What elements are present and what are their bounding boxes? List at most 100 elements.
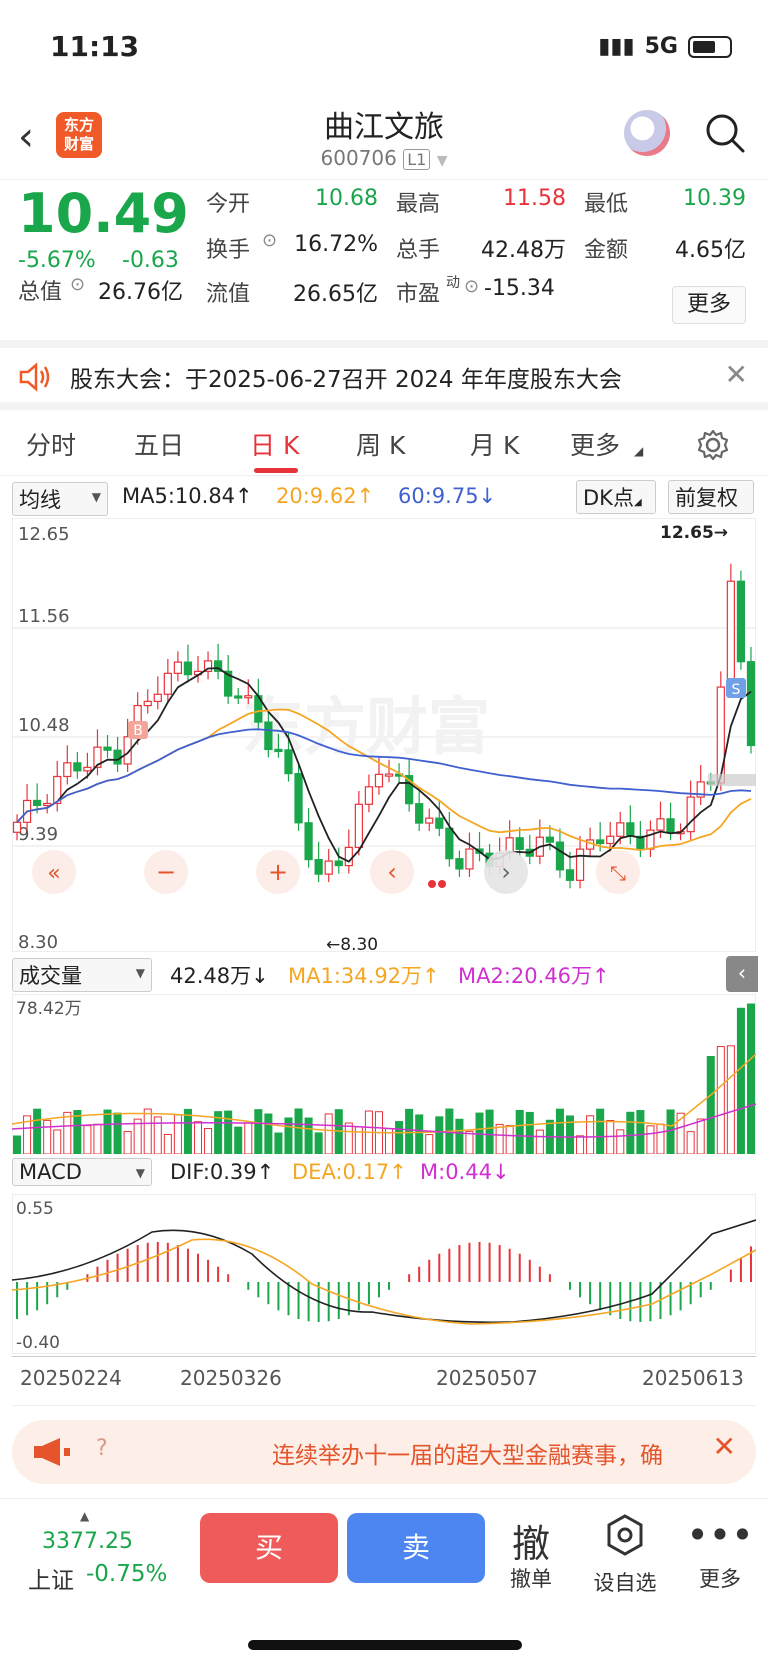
- add-watchlist-button[interactable]: 设自选: [585, 1513, 665, 1597]
- volume-bar: [425, 1134, 434, 1154]
- volume-bar: [143, 1108, 152, 1154]
- tab-weekly-k[interactable]: 周 K: [356, 426, 405, 462]
- volume-bar: [465, 1130, 474, 1154]
- volume-ma1: MA1:34.92万↑: [288, 964, 440, 988]
- gear-icon[interactable]: [696, 428, 730, 462]
- date-label: 20250507: [436, 1366, 538, 1390]
- side-panel-toggle[interactable]: ‹: [726, 956, 758, 992]
- volume-bar: [626, 1111, 635, 1154]
- more-dots-icon: •••: [686, 1513, 754, 1557]
- macd-selector[interactable]: MACD ▼: [12, 1158, 152, 1186]
- stock-header: ‹ 东方 财富 曲江文旅 600706 L1 ▼: [0, 100, 768, 180]
- volume-bar: [173, 1114, 182, 1154]
- battery-icon: [688, 35, 732, 58]
- axis-label-1: 11.56: [18, 606, 70, 627]
- volume-bar: [344, 1122, 353, 1154]
- low-marker: ←8.30: [326, 935, 378, 952]
- chevron-down-icon: ▼: [436, 153, 448, 169]
- announcement-text: 股东大会：于2025-06-27召开 2024 年年度股东大会: [70, 367, 622, 393]
- macd-axis-top: 0.55: [16, 1199, 54, 1219]
- more-button[interactable]: ••• 更多: [680, 1513, 760, 1593]
- volume-bar: [254, 1109, 263, 1154]
- ma-legend-bar: 均线 ▼ MA5:10.84↑ 20:9.62↑ 60:9.75↓ DK点◢ 前…: [0, 480, 768, 516]
- volume-bar: [83, 1125, 92, 1154]
- macd-chart: 0.55 -0.40: [12, 1194, 756, 1354]
- more-quote-button[interactable]: 更多: [672, 286, 746, 324]
- add-watchlist-label: 设自选: [593, 1571, 657, 1595]
- fullscreen-button[interactable]: ⤡: [596, 850, 640, 894]
- kline-chart[interactable]: 12.65 11.56 10.48 9.39 8.30 东方财富 12.65→ …: [12, 518, 756, 952]
- search-icon[interactable]: [704, 112, 746, 154]
- info-icon[interactable]: ⊙: [70, 274, 85, 295]
- svg-text:«: «: [47, 861, 60, 886]
- active-tab-indicator: [254, 468, 298, 473]
- volume-bar: [696, 1118, 705, 1154]
- svg-text:+: +: [268, 858, 288, 886]
- indicator-selector[interactable]: 均线 ▼: [12, 482, 108, 516]
- help-icon: ?: [96, 1436, 108, 1461]
- volume-bar: [395, 1121, 404, 1154]
- high-marker: 12.65→: [660, 523, 728, 543]
- macd-legend-bar: MACD ▼ DIF:0.39↑ DEA:0.17↑ M:0.44↓: [0, 1156, 768, 1192]
- volume-bar: [525, 1111, 534, 1154]
- volume-bar: [405, 1108, 414, 1154]
- volume-bar: [93, 1123, 102, 1154]
- macd-axis-bottom: -0.40: [16, 1333, 60, 1353]
- sell-button[interactable]: 卖: [347, 1513, 485, 1583]
- close-icon[interactable]: ✕: [725, 358, 748, 391]
- candle: [746, 646, 756, 754]
- axis-label-2: 10.48: [18, 715, 70, 736]
- info-icon[interactable]: ⊙: [464, 276, 479, 297]
- tab-intraday[interactable]: 分时: [26, 426, 76, 462]
- turnover-value: 16.72%: [294, 232, 378, 257]
- volume-value: 42.48万: [481, 238, 566, 263]
- chart-tabs: 分时 五日 日 K 周 K 月 K 更多 ◢: [0, 414, 768, 476]
- dk-point-button[interactable]: DK点◢: [576, 480, 656, 514]
- volume-bar: [716, 1046, 725, 1154]
- caret-icon: ◢: [634, 444, 644, 458]
- volume-bar: [264, 1113, 273, 1154]
- amount-label: 金额: [584, 238, 629, 263]
- date-label: 20250613: [642, 1366, 744, 1390]
- adjust-button[interactable]: 前复权: [668, 480, 754, 514]
- volume-bar: [515, 1109, 524, 1154]
- volume-bar: [455, 1118, 464, 1154]
- cancel-icon: 撤: [511, 1522, 550, 1566]
- current-price-marker: [708, 774, 756, 786]
- float-value: 26.65亿: [293, 282, 378, 307]
- volume-bar: [495, 1123, 504, 1154]
- volume-bar: [33, 1108, 42, 1154]
- cancel-order-button[interactable]: 撤 撤单: [491, 1513, 571, 1593]
- volume-bar: [163, 1133, 172, 1154]
- tab-daily-k[interactable]: 日 K: [250, 426, 299, 462]
- tab-more[interactable]: 更多: [570, 426, 620, 462]
- turnover-label: 换手: [206, 238, 251, 263]
- zoom-out-button[interactable]: −: [144, 850, 188, 894]
- fast-back-button[interactable]: «: [32, 850, 76, 894]
- amount-value: 4.65亿: [675, 238, 746, 263]
- volume-bar: [596, 1108, 605, 1154]
- volume-bar: [656, 1123, 665, 1154]
- buy-button[interactable]: 买: [200, 1513, 338, 1583]
- index-value[interactable]: 3377.25: [42, 1529, 133, 1554]
- index-name[interactable]: 上证: [28, 1561, 74, 1595]
- expand-up-icon[interactable]: ▲: [80, 1509, 89, 1523]
- close-icon[interactable]: ✕: [713, 1430, 736, 1463]
- status-time: 11:13: [50, 30, 140, 63]
- info-icon[interactable]: ⊙: [262, 230, 277, 251]
- prev-button[interactable]: ‹: [370, 850, 414, 894]
- axis-label-3: 9.39: [18, 824, 58, 845]
- assistant-avatar-icon[interactable]: [624, 110, 670, 156]
- volume-bar: [63, 1111, 72, 1154]
- tab-five-day[interactable]: 五日: [134, 426, 184, 462]
- zoom-in-button[interactable]: +: [256, 850, 300, 894]
- volume-selector[interactable]: 成交量 ▼: [12, 958, 152, 992]
- home-indicator: [248, 1640, 522, 1650]
- tab-monthly-k[interactable]: 月 K: [470, 426, 519, 462]
- change-amount: -0.63: [122, 248, 179, 273]
- next-button[interactable]: ›: [484, 850, 528, 894]
- promo-banner[interactable]: ? 连续举办十一届的超大型金融赛事，确 ✕: [12, 1420, 756, 1484]
- buy-signal-label: B: [133, 723, 143, 739]
- announcement-bar[interactable]: 股东大会：于2025-06-27召开 2024 年年度股东大会 ✕: [0, 340, 768, 410]
- volume-bar: [304, 1117, 313, 1154]
